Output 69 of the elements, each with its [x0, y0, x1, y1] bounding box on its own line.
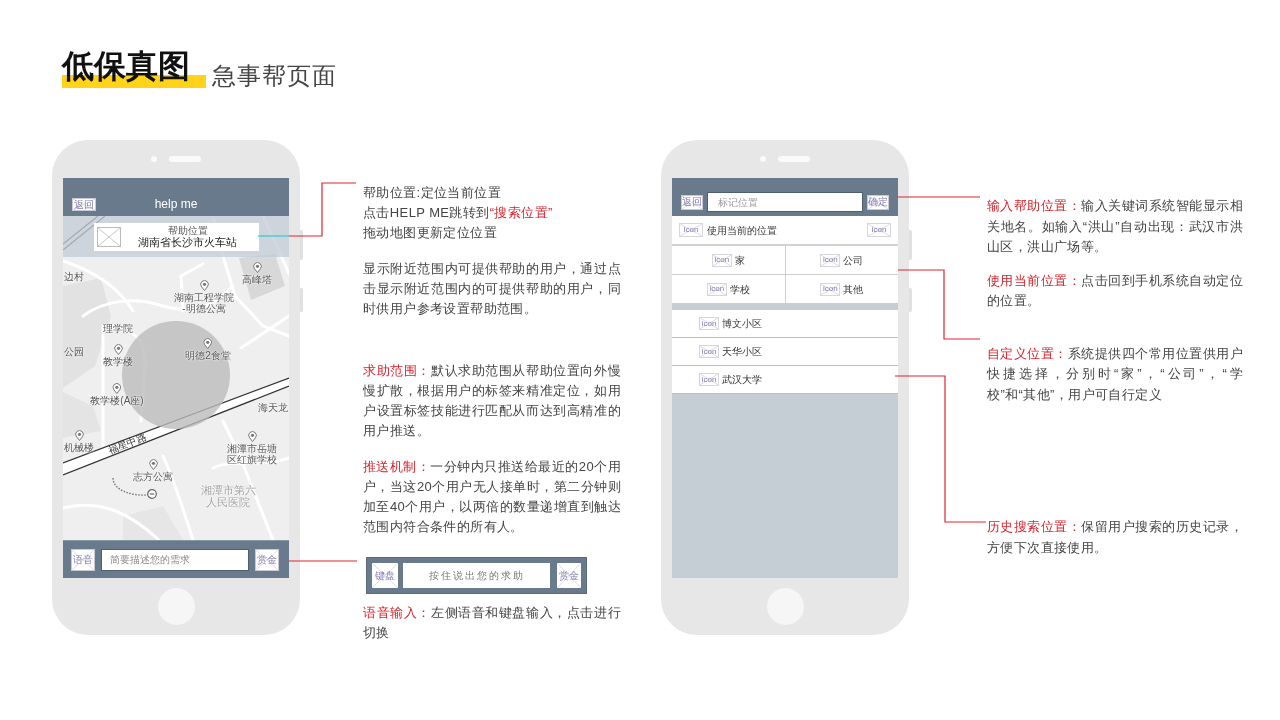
history-item[interactable]: icon 天华小区: [672, 338, 898, 366]
map-pin-icon: [252, 262, 262, 273]
map-label: 边村: [64, 271, 84, 282]
map-label: 公园: [64, 346, 84, 357]
map-label: 理学院: [103, 323, 133, 334]
annotation-text: 自定义位置：系统提供四个常用位置供用户快捷选择，分别时“家”，“公司”，“学校”和“其他”，用户可自行定义: [987, 344, 1243, 404]
icon-placeholder: icon: [867, 223, 891, 237]
icon-placeholder: icon: [699, 317, 719, 330]
map-label: 海天龙: [258, 402, 288, 413]
request-input[interactable]: 简要描述您的需求: [101, 548, 249, 571]
annotation-text: 点击HELP ME跳转到“搜索位置”: [363, 204, 554, 222]
map-label: 湘潭市第六 人民医院: [200, 484, 256, 508]
map-label: 机械楼: [64, 442, 94, 453]
header-title: help me: [154, 197, 198, 211]
page-subtitle: 急事帮页面: [212, 62, 337, 90]
voice-button[interactable]: 语音: [71, 548, 95, 571]
icon-placeholder: icon: [711, 253, 732, 267]
map-pin-icon: [148, 459, 158, 470]
map-pin-icon: [247, 431, 257, 442]
map-label: 教学楼(A座): [90, 395, 144, 406]
history-item[interactable]: icon 博文小区: [672, 310, 898, 338]
annotation-text: 推送机制：一分钟内只推送给最近的20个用户，当这20个用户无人接单时，第二分钟则加至40个用户，以两倍的数量递增直到触达范围内符合条件的所有人。: [363, 458, 621, 536]
annotation-text: 语音输入：左侧语音和键盘输入，点击进行切换: [363, 604, 621, 642]
map-label: 高峰塔: [242, 274, 272, 285]
reward-button[interactable]: 赏金: [557, 563, 581, 588]
reward-button[interactable]: 赏金: [255, 548, 279, 571]
map-label: 教学楼: [103, 356, 133, 367]
icon-placeholder: icon: [706, 282, 727, 296]
icon-placeholder: icon: [679, 223, 703, 237]
map-pin-icon: [112, 383, 122, 394]
annotation-text: 帮助位置:定位当前位置: [363, 184, 502, 202]
back-button[interactable]: 返回: [681, 194, 703, 210]
map-label: 明德2食堂: [185, 350, 231, 361]
map-pin-icon: [199, 280, 209, 291]
confirm-button[interactable]: 确定: [867, 194, 889, 210]
location-card-label: 帮助位置: [167, 224, 208, 236]
map-pin-icon: [203, 338, 213, 349]
icon-placeholder: icon: [820, 253, 841, 267]
map-label: 志方公寓: [133, 471, 173, 482]
location-search-input[interactable]: 标记位置: [707, 192, 863, 212]
shortcut-item[interactable]: icon 其他: [785, 275, 898, 303]
back-button[interactable]: 返回: [72, 198, 96, 211]
keyboard-button[interactable]: 键盘: [372, 563, 398, 588]
road-label: 福星中路: [106, 431, 148, 456]
page-title: 低保真图: [62, 48, 206, 88]
map-pin-icon: [74, 430, 84, 441]
hold-to-talk-button[interactable]: 按住说出您的求助: [403, 563, 550, 588]
icon-placeholder: icon: [820, 282, 841, 296]
annotation-text: 使用当前位置：点击回到手机系统自动定位的位置。: [987, 271, 1243, 310]
annotation-text: 历史搜索位置：保留用户搜索的历史记录，方便下次直接使用。: [987, 518, 1243, 557]
shortcut-item[interactable]: icon 家: [672, 246, 785, 274]
history-item[interactable]: icon 武汉大学: [672, 366, 898, 394]
icon-placeholder: icon: [699, 373, 719, 386]
location-card[interactable]: 帮助位置 湖南省长沙市火车站: [93, 222, 259, 251]
image-placeholder-icon: [96, 226, 121, 247]
location-address: 湖南省长沙市火车站: [138, 235, 237, 249]
location-marker-icon: [147, 489, 157, 499]
icon-placeholder: icon: [699, 345, 719, 358]
annotation-text: 拖动地图更新定位位置: [363, 224, 498, 242]
map-pin-icon: [113, 344, 123, 355]
map-label: 湘潭市岳塘 区红旗学校: [227, 443, 277, 465]
connector-line: [289, 560, 357, 562]
annotation-text: 求助范围：默认求助范围从帮助位置向外慢慢扩散，根据用户的标签来精准定位，如用户设置标签技能进行匹配从而达到高精准的用户推送。: [363, 362, 621, 440]
annotation-text: 输入帮助位置：输入关键词系统智能显示相关地名。如输入“洪山”自动出现：武汉市洪山区，洪山广场等。: [987, 197, 1243, 256]
map-label: 湖南工程学院 -明德公寓: [174, 292, 234, 314]
shortcut-item[interactable]: icon 公司: [785, 246, 898, 274]
current-location-item[interactable]: icon 使用当前的位置 icon: [672, 216, 898, 244]
annotation-text: 显示附近范围内可提供帮助的用户，通过点击显示附近范围内的可提供帮助的用户，同时供用户参考设置帮助范围。: [363, 260, 621, 318]
shortcut-item[interactable]: icon 学校: [672, 275, 785, 303]
